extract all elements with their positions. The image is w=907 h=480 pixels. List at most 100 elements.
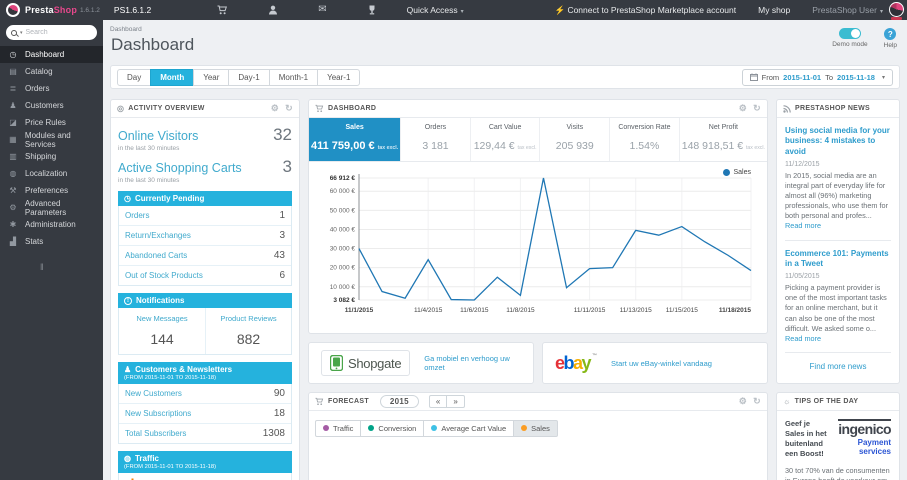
new-customers-link[interactable]: New Customers: [125, 389, 182, 398]
range-year-button[interactable]: Year: [193, 68, 230, 86]
sales-dot-icon: [521, 425, 528, 431]
range-month-button[interactable]: Month: [150, 68, 195, 86]
sidebar-item-shipping[interactable]: ▥ Shipping: [0, 148, 103, 165]
main-content: Dashboard Dashboard Demo mode ? Help Day…: [103, 20, 907, 480]
activity-panel-title: ACTIVITY OVERVIEW: [128, 105, 205, 112]
gear-icon[interactable]: ⚙: [739, 396, 747, 407]
out-of-stock-link[interactable]: Out of Stock Products: [125, 271, 203, 280]
total-subscribers-link[interactable]: Total Subscribers: [125, 429, 186, 438]
brand-wordmark[interactable]: PrestaShop: [25, 5, 77, 15]
next-year-button[interactable]: »: [446, 395, 465, 408]
administration-icon: ✱: [9, 220, 17, 229]
user-menu[interactable]: PrestaShop User ▾: [812, 5, 883, 15]
topbar: PrestaShop 1.6.1.2 PS1.6.1.2 ✉ Quick Acc…: [0, 0, 907, 20]
kpi-visits[interactable]: Visits 205 939: [540, 118, 611, 161]
avatar[interactable]: [889, 2, 904, 20]
refresh-icon[interactable]: ↻: [753, 396, 761, 407]
ebay-logo: e b a y ™: [555, 352, 598, 373]
dashboard-panel-title: DASHBOARD: [328, 105, 377, 112]
traffic-header: ◍ Traffic (FROM 2015-11-01 TO 2015-11-18): [118, 451, 292, 473]
sidebar-item-orders[interactable]: ≣ Orders: [0, 80, 103, 97]
messages-icon[interactable]: ✉: [318, 5, 326, 15]
price-rules-icon: ◪: [9, 118, 17, 127]
sidebar-item-administration[interactable]: ✱ Administration: [0, 216, 103, 233]
chart-legend[interactable]: Sales: [723, 169, 751, 176]
chevron-down-icon: ▾: [460, 9, 464, 15]
kpi-cart-value[interactable]: Cart Value 129,44 € tax excl.: [471, 118, 541, 161]
collapse-menu-icon[interactable]: ‖: [40, 262, 103, 272]
sidebar-item-stats[interactable]: ▟ Stats: [0, 233, 103, 250]
svg-text:11/4/2015: 11/4/2015: [414, 307, 443, 314]
toggle-conversion[interactable]: Conversion: [360, 419, 425, 437]
sidebar-item-advanced-parameters[interactable]: ⚙ Advanced Parameters: [0, 199, 103, 217]
table-row: Out of Stock Products 6: [119, 265, 291, 285]
find-more-news-link[interactable]: Find more news: [785, 362, 891, 371]
person-icon: ♟: [124, 364, 132, 374]
sidebar-item-preferences[interactable]: ⚒ Preferences: [0, 182, 103, 199]
sidebar-item-price-rules[interactable]: ◪ Price Rules: [0, 114, 103, 131]
product-reviews-link[interactable]: Product Reviews: [208, 314, 289, 323]
kpi-conversion-rate[interactable]: Conversion Rate 1.54%: [610, 118, 680, 161]
my-shop-link[interactable]: My shop: [758, 5, 790, 15]
gear-icon[interactable]: ⚙: [271, 103, 279, 114]
sidebar-item-dashboard[interactable]: ◷ Dashboard: [0, 46, 103, 63]
sidebar-item-customers[interactable]: ♟ Customers: [0, 97, 103, 114]
date-range-picker[interactable]: From 2015-11-01 To 2015-11-18 ▾: [741, 68, 893, 86]
toggle-average-cart-value[interactable]: Average Cart Value: [423, 419, 515, 437]
svg-text:3 082 €: 3 082 €: [333, 297, 355, 304]
cart-icon[interactable]: [217, 5, 228, 15]
svg-text:11/8/2015: 11/8/2015: [506, 307, 535, 314]
search-scope-caret[interactable]: ▾: [20, 30, 23, 36]
range-day-1-button[interactable]: Day-1: [228, 68, 270, 86]
sidebar-item-catalog[interactable]: ▤ Catalog: [0, 63, 103, 80]
prestashop-logo-icon[interactable]: [6, 3, 20, 17]
employee-icon[interactable]: [268, 5, 278, 15]
toggle-sales[interactable]: Sales: [513, 419, 558, 437]
news-article-title[interactable]: Ecommerce 101: Payments in a Tweet: [785, 249, 891, 270]
demo-mode-toggle[interactable]: [838, 28, 861, 39]
ebay-link[interactable]: Start uw eBay-winkel vandaag: [611, 359, 712, 368]
catalog-icon: ▤: [9, 67, 17, 76]
customers-newsletters-header: ♟ Customers & Newsletters (FROM 2015-11-0…: [118, 362, 292, 384]
quick-access-menu[interactable]: Quick Access ▾: [407, 5, 464, 15]
forecast-panel: FORECAST 2015 « » ⚙ ↻ Traffic Conversion …: [308, 392, 768, 480]
range-day-button[interactable]: Day: [117, 68, 152, 86]
news-article-title[interactable]: Using social media for your business: 4 …: [785, 126, 891, 157]
advanced-parameters-icon: ⚙: [9, 203, 17, 212]
gear-icon[interactable]: ⚙: [739, 103, 747, 114]
new-messages-link[interactable]: New Messages: [121, 314, 203, 323]
kpi-net-profit[interactable]: Net Profit 148 918,51 € tax excl.: [680, 118, 767, 161]
legend-dot-icon: [723, 169, 731, 176]
sidebar-item-modules[interactable]: ▦ Modules and Services: [0, 131, 103, 149]
currently-pending-header: ◷ Currently Pending: [118, 191, 292, 206]
read-more-link[interactable]: Read more: [785, 221, 821, 230]
read-more-link[interactable]: Read more: [785, 334, 821, 343]
search-input[interactable]: [25, 29, 92, 36]
abandoned-carts-link[interactable]: Abandoned Carts: [125, 251, 187, 260]
range-year-1-button[interactable]: Year-1: [317, 68, 361, 86]
pending-returns-link[interactable]: Return/Exchanges: [125, 231, 191, 240]
new-subscriptions-link[interactable]: New Subscriptions: [125, 409, 191, 418]
marketplace-link[interactable]: ⚡ Connect to PrestaShop Marketplace acco…: [554, 5, 736, 16]
range-month-1-button[interactable]: Month-1: [268, 68, 319, 86]
trophy-icon[interactable]: [367, 5, 377, 15]
dashboard-icon: ◷: [9, 50, 17, 59]
toggle-traffic[interactable]: Traffic: [315, 419, 362, 437]
refresh-icon[interactable]: ↻: [753, 103, 761, 114]
kpi-sales[interactable]: Sales 411 759,00 € tax excl.: [309, 118, 402, 161]
orders-icon: ≣: [9, 84, 17, 93]
previous-year-button[interactable]: «: [428, 395, 448, 408]
customers-icon: ♟: [9, 101, 17, 110]
refresh-icon[interactable]: ↻: [285, 103, 293, 114]
conversion-dot-icon: [368, 425, 375, 431]
active-carts-link[interactable]: Active Shopping Carts: [118, 161, 242, 175]
help-icon[interactable]: ?: [884, 28, 897, 40]
kpi-orders[interactable]: Orders 3 181: [401, 118, 471, 161]
shop-code-link[interactable]: PS1.6.1.2: [114, 5, 151, 15]
sidebar-item-localization[interactable]: ◍ Localization: [0, 165, 103, 182]
shopgate-link[interactable]: Ga mobiel en verhoog uw omzet: [424, 354, 521, 372]
pending-orders-link[interactable]: Orders: [125, 211, 149, 220]
table-row: Total Subscribers 1308: [119, 423, 291, 443]
chevron-down-icon: ▾: [881, 74, 885, 81]
online-visitors-link[interactable]: Online Visitors: [118, 129, 198, 143]
